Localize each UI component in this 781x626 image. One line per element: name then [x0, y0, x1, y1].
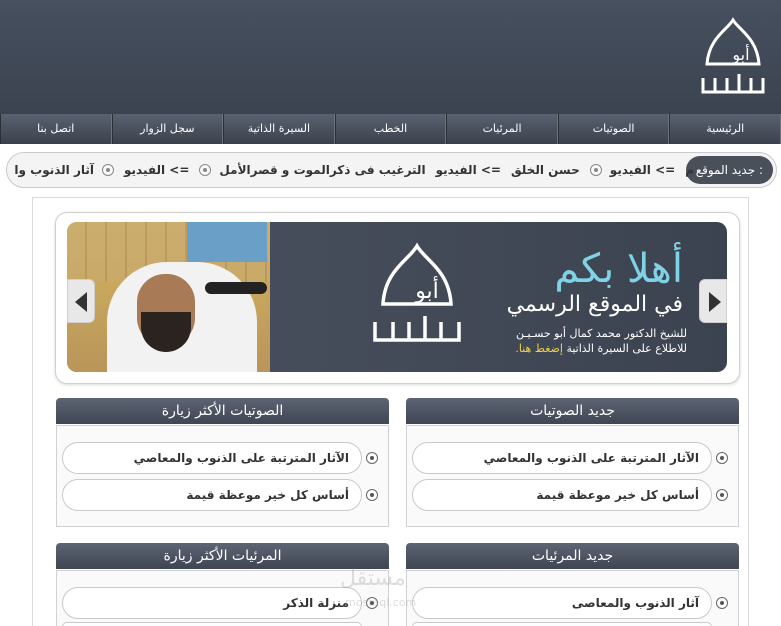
banner-sheikh-name: للشيخ الدكتور محمد كمال أبو حسـيـن: [515, 327, 687, 340]
nav-item-home[interactable]: الرئيسية: [669, 114, 781, 144]
ticker-item-text: آثار الذنوب وا: [14, 163, 95, 177]
list-item[interactable]: أساس كل خير موعظة قيمة: [412, 479, 712, 511]
ticker-item-text: => الفيديو: [435, 163, 501, 177]
ticker-item[interactable]: حسن الخلق: [511, 163, 580, 177]
banner-bio-text: للاطلاع على السيرة الذاتية: [566, 342, 687, 355]
logo-text-top: أبو: [731, 44, 749, 65]
ticker-item[interactable]: => الفيديو: [436, 163, 501, 177]
nav-item-contact[interactable]: اتصل بنا: [0, 114, 112, 144]
box-new-audio: [406, 425, 739, 527]
list-item-partial[interactable]: [412, 622, 712, 626]
video-icon: [102, 164, 115, 176]
box-title-top-audio: الصوتيات الأكثر زيارة: [56, 398, 389, 424]
list-item[interactable]: الآثار المترتبة على الذنوب والمعاصي: [412, 442, 712, 474]
ticker-item[interactable]: => الفيديو: [589, 163, 676, 177]
bullet-icon[interactable]: [366, 489, 378, 501]
ticker-item[interactable]: آثار الذنوب وا: [14, 163, 115, 177]
nav-item-guestbook[interactable]: سجل الزوار: [111, 114, 224, 144]
site-logo[interactable]: أبو: [697, 16, 769, 100]
ticker-item-text: => الفيديو: [124, 163, 190, 177]
slider-prev-arrow-icon[interactable]: [67, 279, 95, 323]
ticker-item[interactable]: م: [685, 163, 694, 177]
ticker-item[interactable]: الترغيب فى ذكرالموت و قصرالأمل: [199, 163, 426, 177]
ticker-item-text: => الفيديو: [609, 163, 676, 177]
banner-bio-line: للاطلاع على السيرة الذاتية إضغط هنا.: [515, 342, 687, 355]
banner-title: أهلا بكم: [554, 246, 683, 292]
ticker-item-text: الترغيب فى ذكرالموت و قصرالأمل: [219, 163, 426, 177]
news-ticker: جديد الموقع : م => الفيديو حسن الخلق => …: [6, 152, 777, 188]
box-top-audio: [56, 425, 389, 527]
nav-item-audio[interactable]: الصوتيات: [557, 114, 670, 144]
banner-subtitle: في الموقع الرسمي: [506, 292, 683, 317]
site-header: أبو: [0, 0, 781, 114]
watermark: مستقل: [340, 566, 406, 591]
nav-item-sermons[interactable]: الخطب: [334, 114, 447, 144]
list-item[interactable]: أساس كل خير موعظة قيمة: [62, 479, 362, 511]
main-nav: الرئيسية الصوتيات المرئيات الخطب السيرة …: [0, 114, 781, 144]
banner-logo: أبو: [373, 242, 461, 342]
bullet-icon[interactable]: [716, 452, 728, 464]
list-item[interactable]: الآثار المترتبة على الذنوب والمعاصي: [62, 442, 362, 474]
slider-next-arrow-icon[interactable]: [699, 279, 727, 323]
ticker-item-text: حسن الخلق: [510, 163, 580, 177]
bullet-icon[interactable]: [366, 452, 378, 464]
welcome-banner[interactable]: أبو أهلا بكم في الموقع الرسمي للشيخ الدك…: [67, 222, 727, 372]
list-item[interactable]: منزلة الذكر: [62, 587, 362, 619]
video-icon: [589, 164, 602, 176]
bio-link[interactable]: إضغط هنا.: [515, 342, 563, 355]
microphone-icon: [205, 282, 267, 294]
bullet-icon[interactable]: [716, 597, 728, 609]
svg-text:أبو: أبو: [414, 276, 439, 304]
box-title-new-audio: جديد الصوتيات: [406, 398, 739, 424]
sheikh-photo: [67, 222, 270, 372]
video-icon: [199, 164, 212, 176]
nav-item-video[interactable]: المرئيات: [446, 114, 558, 144]
ticker-item[interactable]: => الفيديو: [124, 163, 189, 177]
nav-item-biography[interactable]: السيرة الذاتية: [223, 114, 335, 144]
list-item[interactable]: آثار الذنوب والمعاصى: [412, 587, 712, 619]
list-item-partial[interactable]: [62, 622, 362, 626]
watermark-url: mostaql.com: [345, 596, 417, 609]
bullet-icon[interactable]: [716, 489, 728, 501]
ticker-item-text: م: [685, 163, 694, 177]
ticker-label: جديد الموقع :: [685, 156, 773, 184]
ticker-track: م => الفيديو حسن الخلق => الفيديو الترغي…: [14, 153, 694, 187]
box-title-new-video: جديد المرئيات: [406, 543, 739, 569]
